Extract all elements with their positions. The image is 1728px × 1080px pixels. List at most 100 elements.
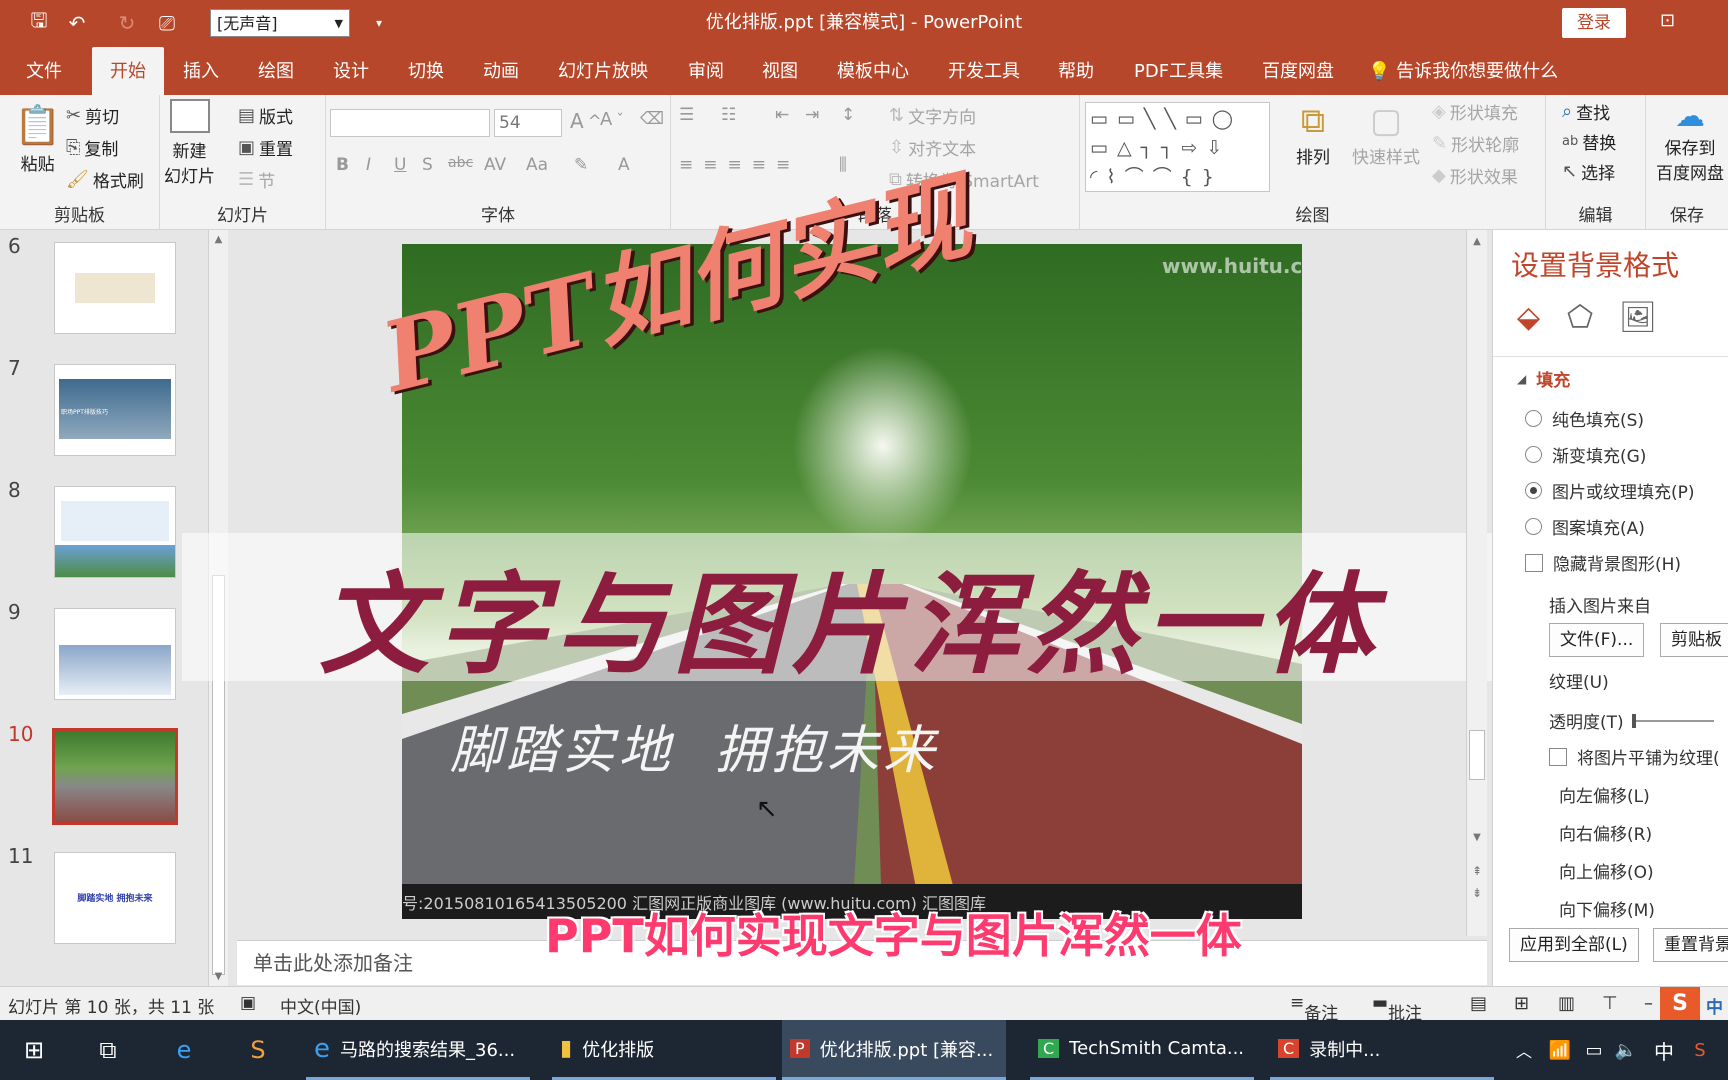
ime-mode-indicator[interactable]: 中: [1706, 993, 1723, 1018]
ribbon-display-icon[interactable]: ⊡: [1660, 10, 1675, 31]
line-spacing-icon[interactable]: ↕: [841, 105, 855, 125]
radio[interactable]: [1525, 518, 1542, 535]
find-button[interactable]: ⌕ 查找: [1562, 99, 1610, 124]
format-painter-button[interactable]: 🖌 格式刷: [66, 167, 144, 192]
radio[interactable]: [1525, 410, 1542, 427]
ie-icon[interactable]: e: [164, 1030, 204, 1070]
task-powerpoint[interactable]: P 优化排版.ppt [兼容...: [782, 1020, 1006, 1080]
tab-transitions[interactable]: 切换: [408, 47, 444, 95]
tab-baidu-netdisk[interactable]: 百度网盘: [1262, 47, 1334, 95]
slide-thumbnail-10[interactable]: [52, 728, 178, 825]
bold-button[interactable]: B: [336, 155, 349, 175]
scroll-up-icon[interactable]: ▲: [209, 234, 228, 245]
slide-thumbnail-7[interactable]: 职场PPT排版技巧: [54, 364, 176, 456]
grow-font-button[interactable]: A ^: [570, 109, 602, 133]
slide-thumbnail-11[interactable]: 脚踏实地 拥抱未来: [54, 852, 176, 944]
reset-button[interactable]: ▣ 重置: [238, 135, 293, 160]
task-camtasia[interactable]: C TechSmith Camta...: [1030, 1020, 1254, 1080]
band-text[interactable]: 文字与图片浑然一体: [210, 535, 1490, 695]
effects-tab-icon[interactable]: ⬠: [1567, 300, 1593, 335]
gradient-fill-option[interactable]: 渐变填充(G): [1525, 442, 1646, 467]
shape-fill-button[interactable]: ◈ 形状填充: [1432, 99, 1518, 124]
quick-styles-button[interactable]: ▢ 快速样式: [1352, 101, 1420, 168]
font-size-combo[interactable]: 54: [494, 109, 562, 137]
text-direction-button[interactable]: ⇅ 文字方向: [889, 103, 976, 128]
highlight-icon[interactable]: ✎: [574, 155, 588, 175]
volume-icon[interactable]: 🔈: [1606, 1030, 1646, 1070]
picture-fill-option[interactable]: 图片或纹理填充(P): [1525, 478, 1695, 503]
select-button[interactable]: ↖ 选择: [1562, 159, 1615, 184]
layout-button[interactable]: ▤ 版式: [238, 103, 293, 128]
normal-view-icon[interactable]: ▤: [1470, 993, 1487, 1014]
radio[interactable]: [1525, 446, 1542, 463]
slide-thumbnail-9[interactable]: [54, 608, 176, 700]
section-button[interactable]: ☰ 节: [238, 167, 275, 192]
tray-chevron-icon[interactable]: ︿: [1504, 1030, 1544, 1070]
tab-developer[interactable]: 开发工具: [948, 47, 1020, 95]
transparency-slider[interactable]: [1631, 713, 1714, 728]
comments-toggle[interactable]: ▬ 批注: [1372, 993, 1422, 1024]
previous-slide-icon[interactable]: ⇞: [1467, 864, 1487, 878]
scroll-down-icon[interactable]: ▼: [1467, 832, 1487, 843]
slide-thumbnail-8[interactable]: [54, 486, 176, 578]
shadow-button[interactable]: S: [422, 155, 433, 175]
copy-button[interactable]: ⎘ 复制: [66, 135, 118, 160]
decrease-indent-icon[interactable]: ⇤: [775, 105, 789, 125]
increase-indent-icon[interactable]: ⇥: [805, 105, 819, 125]
zoom-out-icon[interactable]: –: [1644, 993, 1653, 1014]
tab-design[interactable]: 设计: [333, 47, 369, 95]
tab-review[interactable]: 审阅: [688, 47, 724, 95]
tell-me-search[interactable]: 💡 告诉我你想要做什么: [1368, 47, 1558, 95]
scroll-up-icon[interactable]: ▲: [1467, 236, 1487, 247]
hide-background-option[interactable]: 隐藏背景图形(H): [1525, 550, 1681, 575]
task-folder[interactable]: ▮ 优化排版: [552, 1020, 776, 1080]
alignment-buttons[interactable]: ≡≡≡≡≡: [679, 155, 800, 175]
task-ie-search[interactable]: e 马路的搜索结果_36...: [306, 1020, 530, 1080]
font-color-button[interactable]: A: [618, 155, 630, 175]
slide-scroll-thumb[interactable]: [1469, 730, 1485, 780]
tab-slideshow[interactable]: 幻灯片放映: [558, 47, 648, 95]
tile-option[interactable]: 将图片平铺为纹理(: [1549, 744, 1720, 769]
shrink-font-button[interactable]: Aˇ: [600, 109, 624, 130]
slide-scrollbar[interactable]: ▲ ▼ ⇞ ⇟: [1466, 230, 1487, 936]
sublime-icon[interactable]: S: [238, 1030, 278, 1070]
sogou-tray-icon[interactable]: S: [1680, 1030, 1720, 1070]
tab-template-center[interactable]: 模板中心: [837, 47, 909, 95]
next-slide-icon[interactable]: ⇟: [1467, 886, 1487, 900]
reading-view-icon[interactable]: ▥: [1558, 993, 1575, 1014]
login-button[interactable]: 登录: [1562, 8, 1626, 38]
tab-pdf-tools[interactable]: PDF工具集: [1134, 47, 1223, 95]
tab-insert[interactable]: 插入: [183, 47, 219, 95]
tab-help[interactable]: 帮助: [1058, 47, 1094, 95]
spellcheck-icon[interactable]: ▣: [240, 993, 256, 1013]
clipboard-button[interactable]: 剪贴板: [1660, 623, 1728, 657]
change-case-button[interactable]: Aa: [526, 155, 548, 175]
checkbox[interactable]: [1525, 553, 1543, 572]
font-name-combo[interactable]: [330, 109, 490, 137]
subtitle-text[interactable]: 脚踏实地 拥抱未来: [450, 708, 939, 783]
reset-background-button[interactable]: 重置背景: [1653, 928, 1728, 962]
picture-tab-icon[interactable]: 🖼: [1619, 300, 1657, 335]
shape-outline-button[interactable]: ✎ 形状轮廓: [1432, 131, 1519, 156]
strikethrough-button[interactable]: abc: [448, 155, 473, 171]
fill-section-header[interactable]: ◢ 填充: [1517, 366, 1570, 391]
clear-format-icon[interactable]: ⌫: [640, 109, 664, 129]
save-to-baidu-button[interactable]: ☁ 保存到 百度网盘: [1656, 99, 1724, 184]
tab-home[interactable]: 开始: [92, 47, 164, 95]
slide-sorter-icon[interactable]: ⊞: [1514, 993, 1529, 1014]
notes-toggle[interactable]: ≡ 备注: [1290, 993, 1338, 1024]
file-button[interactable]: 文件(F)...: [1549, 623, 1645, 657]
tab-draw[interactable]: 绘图: [258, 47, 294, 95]
fill-tab-icon[interactable]: ⬙: [1517, 300, 1540, 335]
radio-selected[interactable]: [1525, 482, 1542, 499]
taskbar-ime-indicator[interactable]: 中: [1644, 1030, 1684, 1070]
shapes-gallery[interactable]: ▭▭╲╲▭◯ ▭△┐┐⇨⇩ ◜⌇⌒⌒{}: [1085, 102, 1270, 192]
replace-button[interactable]: ab 替换: [1562, 129, 1616, 154]
scroll-down-icon[interactable]: ▼: [209, 971, 228, 982]
task-recording[interactable]: C 录制中...: [1270, 1020, 1494, 1080]
cut-button[interactable]: ✂ 剪切: [66, 103, 119, 128]
shape-effects-button[interactable]: ◆ 形状效果: [1432, 163, 1518, 188]
underline-button[interactable]: U: [394, 155, 406, 175]
apply-to-all-button[interactable]: 应用到全部(L): [1509, 928, 1639, 962]
slide-thumbnail-6[interactable]: [54, 242, 176, 334]
